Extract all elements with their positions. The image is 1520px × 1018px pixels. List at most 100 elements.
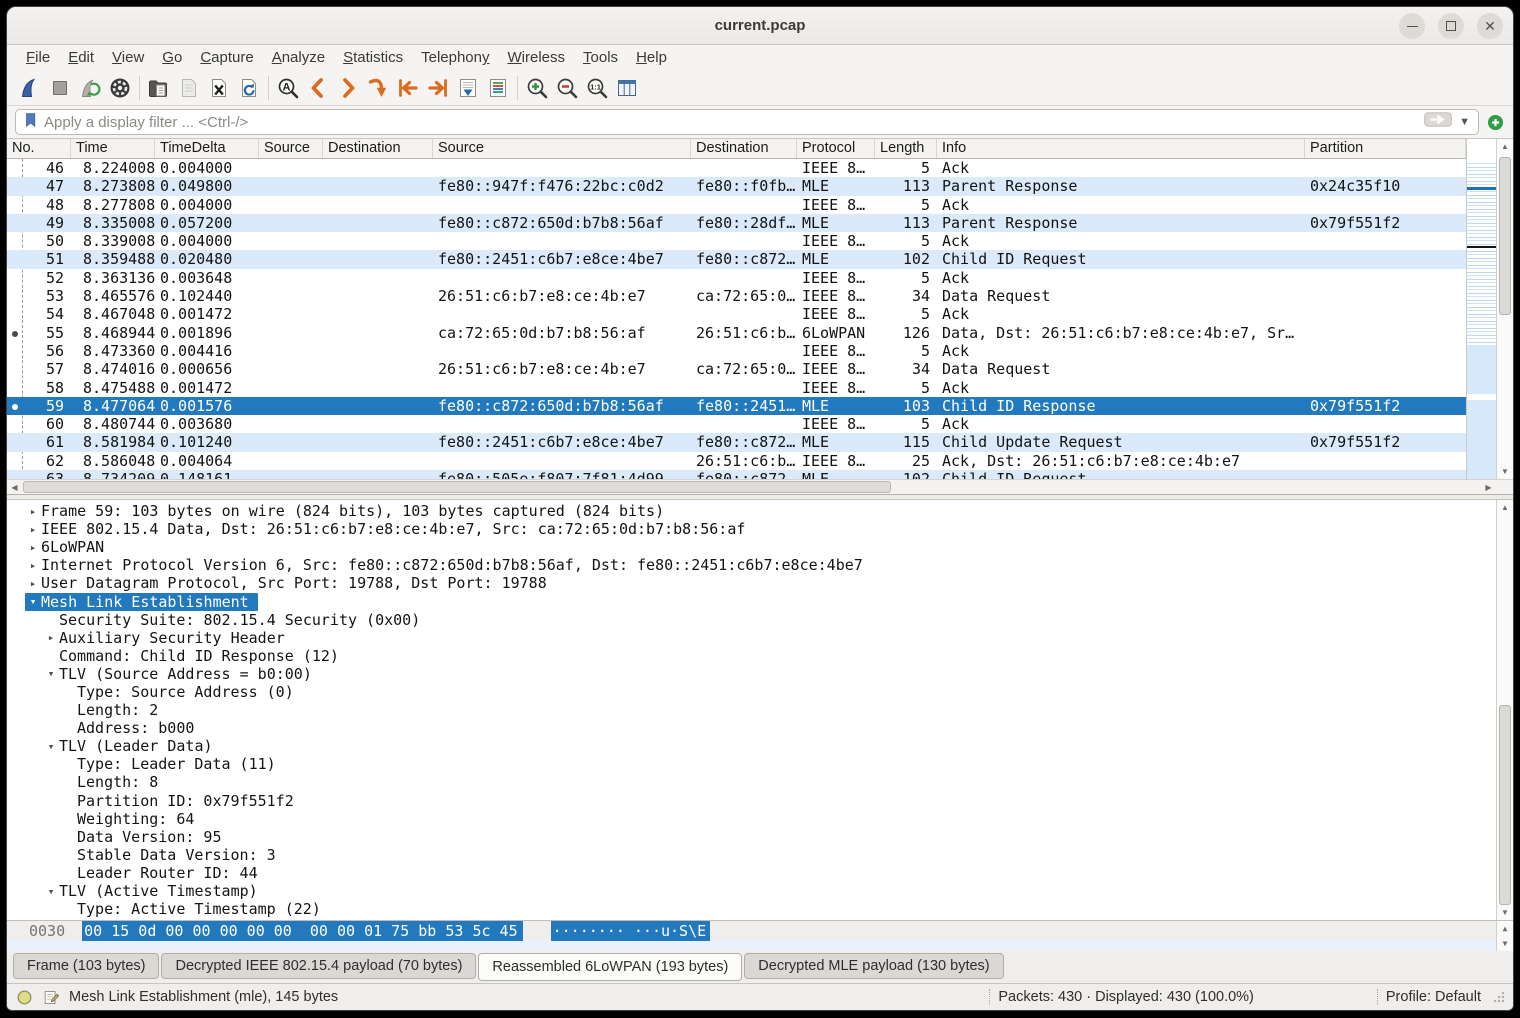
detail-row[interactable]: Type: Source Address (0) <box>7 683 1496 701</box>
collapsed-arrow-icon[interactable]: ▸ <box>25 523 41 536</box>
capture-options-button[interactable] <box>105 74 135 102</box>
detail-row[interactable]: Command: Child ID Response (12) <box>7 647 1496 665</box>
scroll-down-icon[interactable]: ▼ <box>1497 905 1513 920</box>
resize-columns-button[interactable] <box>612 74 642 102</box>
detail-row[interactable]: ▸Internet Protocol Version 6, Src: fe80:… <box>7 556 1496 574</box>
menu-statistics[interactable]: Statistics <box>334 47 412 68</box>
menu-wireless[interactable]: Wireless <box>499 47 575 68</box>
scroll-down-icon[interactable]: ▼ <box>1497 464 1513 479</box>
packet-row-49[interactable]: 498.3350080.057200fe80::c872:650d:b7b8:5… <box>7 214 1466 232</box>
scroll-up-icon[interactable]: ▲ <box>1497 500 1513 515</box>
menu-analyze[interactable]: Analyze <box>263 47 334 68</box>
maximize-button[interactable] <box>1438 13 1464 39</box>
packet-row-50[interactable]: 508.3390080.004000IEEE 8…5Ack <box>7 232 1466 250</box>
scroll-left-icon[interactable]: ◀ <box>7 480 22 494</box>
detail-row[interactable]: Length: 2 <box>7 701 1496 719</box>
collapsed-arrow-icon[interactable]: ▸ <box>43 631 59 644</box>
detail-row[interactable]: Address: b000 <box>7 719 1496 737</box>
collapsed-arrow-icon[interactable]: ▸ <box>25 577 41 590</box>
detail-row[interactable]: ▾TLV (Source Address = b0:00) <box>7 665 1496 683</box>
column-header-time[interactable]: Time <box>71 139 155 158</box>
go-to-packet-button[interactable] <box>363 74 393 102</box>
capture-comment-icon[interactable] <box>42 988 61 1007</box>
hex-row[interactable]: 0030 00 15 0d 00 00 00 00 00 00 00 01 75… <box>7 921 1513 940</box>
menu-help[interactable]: Help <box>627 47 676 68</box>
detail-row[interactable]: ▸Frame 59: 103 bytes on wire (824 bits),… <box>7 502 1496 520</box>
menu-file[interactable]: File <box>17 47 59 68</box>
menu-telephony[interactable]: Telephony <box>412 47 498 68</box>
tab-reassembled-6lowpan[interactable]: Reassembled 6LoWPAN (193 bytes) <box>478 953 742 981</box>
menu-capture[interactable]: Capture <box>191 47 262 68</box>
menu-tools[interactable]: Tools <box>574 47 627 68</box>
packet-list-horizontal-scrollbar[interactable]: ◀ ▶ <box>7 479 1513 494</box>
packet-row-52[interactable]: 528.3631360.003648IEEE 8…5Ack <box>7 269 1466 287</box>
go-first-packet-button[interactable] <box>393 74 423 102</box>
column-header-no[interactable]: No. <box>7 139 71 158</box>
details-vertical-scrollbar[interactable]: ▲ ▼ <box>1496 500 1513 920</box>
minimize-button[interactable] <box>1399 13 1425 39</box>
menu-go[interactable]: Go <box>153 47 191 68</box>
packet-row-62[interactable]: 628.5860480.00406426:51:c6:b…IEEE 8…25Ac… <box>7 452 1466 470</box>
detail-row[interactable]: Length: 8 <box>7 773 1496 791</box>
column-header-part[interactable]: Partition <box>1305 139 1466 158</box>
detail-row[interactable]: Type: Active Timestamp (22) <box>7 900 1496 918</box>
open-file-button[interactable] <box>144 74 174 102</box>
detail-row[interactable]: ▸Auxiliary Security Header <box>7 629 1496 647</box>
hex-ascii-selected[interactable]: ········ ···u·S\E <box>551 921 711 941</box>
tab-decrypted-ieee-802-15-4-payload[interactable]: Decrypted IEEE 802.15.4 payload (70 byte… <box>161 953 476 979</box>
packet-list-vertical-scrollbar[interactable]: ▲ ▼ <box>1496 139 1513 479</box>
go-last-packet-button[interactable] <box>423 74 453 102</box>
scroll-up-icon[interactable]: ▲ <box>1497 921 1513 936</box>
scroll-right-icon[interactable]: ▶ <box>1481 480 1496 494</box>
detail-row[interactable]: ▾TLV (Active Timestamp) <box>7 882 1496 900</box>
zoom-out-button[interactable] <box>552 74 582 102</box>
start-capture-button[interactable] <box>15 74 45 102</box>
column-header-len[interactable]: Length <box>875 139 937 158</box>
expanded-arrow-icon[interactable]: ▾ <box>43 740 59 753</box>
scroll-down-icon[interactable]: ▼ <box>1497 936 1513 951</box>
titlebar[interactable]: current.pcap ✕ <box>7 7 1513 45</box>
detail-row[interactable]: ▸IEEE 802.15.4 Data, Dst: 26:51:c6:b7:e8… <box>7 520 1496 538</box>
detail-row[interactable]: Stable Data Version: 3 <box>7 846 1496 864</box>
packet-row-46[interactable]: 468.2240080.004000IEEE 8…5Ack <box>7 159 1466 177</box>
expanded-arrow-icon[interactable]: ▾ <box>43 885 59 898</box>
colorize-packets-button[interactable] <box>483 74 513 102</box>
menu-edit[interactable]: Edit <box>59 47 103 68</box>
find-packet-button[interactable]: A <box>273 74 303 102</box>
display-filter-box[interactable]: ▼ <box>15 109 1479 135</box>
status-profile[interactable]: Profile: Default <box>1386 989 1481 1005</box>
column-header-dst1[interactable]: Destination <box>323 139 433 158</box>
zoom-in-button[interactable] <box>522 74 552 102</box>
packet-row-55[interactable]: 558.4689440.001896ca:72:65:0d:b7:b8:56:a… <box>7 324 1466 342</box>
go-back-button[interactable] <box>303 74 333 102</box>
packet-row-59[interactable]: 598.4770640.001576fe80::c872:650d:b7b8:5… <box>7 397 1466 415</box>
expanded-arrow-icon[interactable]: ▾ <box>25 595 41 608</box>
detail-row[interactable]: Partition ID: 0x79f551f2 <box>7 792 1496 810</box>
packet-row-54[interactable]: 548.4670480.001472IEEE 8…5Ack <box>7 305 1466 323</box>
tab-frame[interactable]: Frame (103 bytes) <box>13 953 159 979</box>
details-scroll-thumb[interactable] <box>1499 705 1511 905</box>
reload-file-button[interactable] <box>234 74 264 102</box>
packet-row-61[interactable]: 618.5819840.101240fe80::2451:c6b7:e8ce:4… <box>7 433 1466 451</box>
detail-row[interactable]: ▾TLV (Leader Data) <box>7 737 1496 755</box>
tab-decrypted-mle-payload[interactable]: Decrypted MLE payload (130 bytes) <box>744 953 1003 979</box>
detail-row[interactable]: Type: Leader Data (11) <box>7 755 1496 773</box>
expanded-arrow-icon[interactable]: ▾ <box>43 667 59 680</box>
auto-scroll-button[interactable] <box>453 74 483 102</box>
packet-row-60[interactable]: 608.4807440.003680IEEE 8…5Ack <box>7 415 1466 433</box>
packet-row-58[interactable]: 588.4754880.001472IEEE 8…5Ack <box>7 379 1466 397</box>
detail-row[interactable]: Data Version: 95 <box>7 828 1496 846</box>
packet-row-51[interactable]: 518.3594880.020480fe80::2451:c6b7:e8ce:4… <box>7 250 1466 268</box>
packet-row-57[interactable]: 578.4740160.00065626:51:c6:b7:e8:ce:4b:e… <box>7 360 1466 378</box>
filter-dropdown-caret-icon[interactable]: ▼ <box>1457 116 1472 128</box>
close-file-button[interactable] <box>204 74 234 102</box>
hex-bytes-selected[interactable]: 00 15 0d 00 00 00 00 00 00 00 01 75 bb 5… <box>82 921 522 941</box>
column-header-delta[interactable]: TimeDelta <box>155 139 259 158</box>
go-forward-button[interactable] <box>333 74 363 102</box>
close-button[interactable]: ✕ <box>1477 13 1503 39</box>
packet-row-53[interactable]: 538.4655760.10244026:51:c6:b7:e8:ce:4b:e… <box>7 287 1466 305</box>
column-header-proto[interactable]: Protocol <box>797 139 875 158</box>
packet-row-47[interactable]: 478.2738080.049800fe80::947f:f476:22bc:c… <box>7 177 1466 195</box>
resize-grip[interactable] <box>1493 991 1505 1003</box>
packet-list-hscroll-thumb[interactable] <box>23 481 891 493</box>
